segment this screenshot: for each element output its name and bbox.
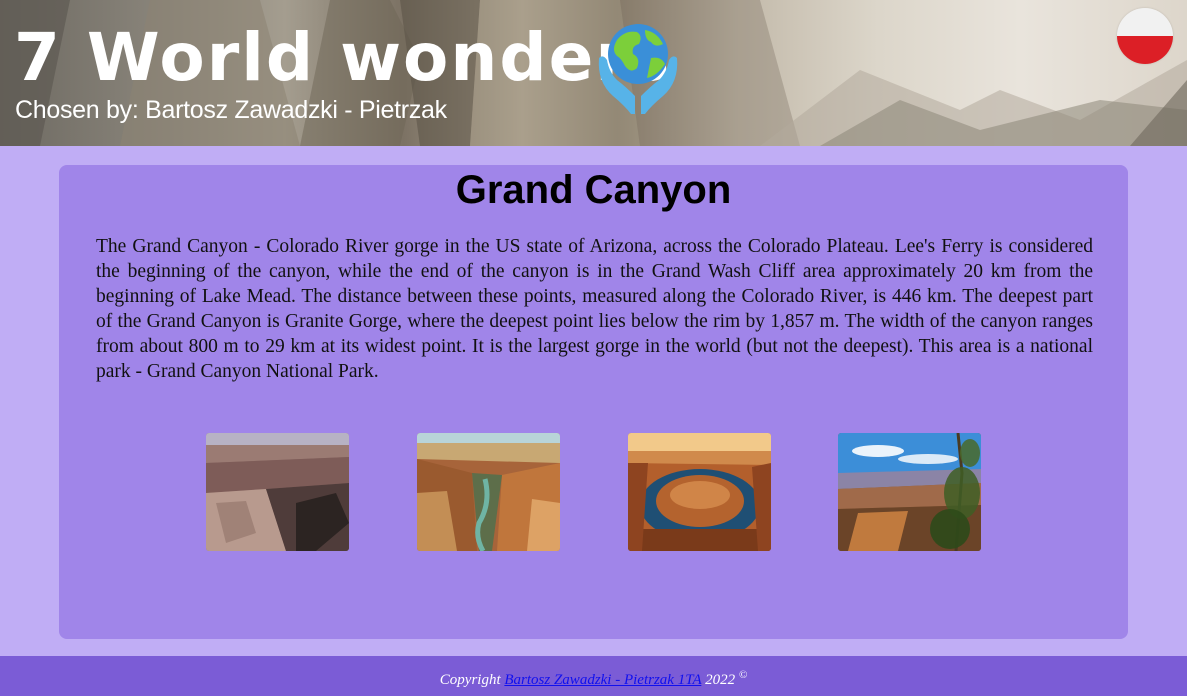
copyright-year: 2022: [705, 672, 736, 688]
globe-in-hands-icon: [598, 24, 678, 114]
gallery-photo-1[interactable]: [206, 433, 349, 551]
wonder-heading: Grand Canyon: [455, 168, 732, 212]
copyright-prefix: Copyright: [439, 672, 501, 688]
gallery-photo-4[interactable]: [838, 433, 981, 551]
copyright-symbol: ©: [738, 669, 748, 681]
author-subtitle: Chosen by: Bartosz Zawadzki - Pietrzak: [15, 96, 447, 124]
wonder-card: Grand Canyon The Grand Canyon - Colorado…: [59, 165, 1128, 639]
site-title: 7 World wonders: [14, 19, 672, 96]
gallery-photo-3[interactable]: [628, 433, 771, 551]
poland-flag-icon[interactable]: [1117, 8, 1173, 64]
header-banner: 7 World wonders Chosen by: Bartosz Zawad…: [0, 0, 1187, 146]
gallery-photo-2[interactable]: [417, 433, 560, 551]
wonder-description: The Grand Canyon - Colorado River gorge …: [96, 236, 1093, 382]
author-link[interactable]: Bartosz Zawadzki - Pietrzak 1TA: [504, 672, 701, 688]
footer: Copyright Bartosz Zawadzki - Pietrzak 1T…: [0, 656, 1187, 696]
photo-gallery: [206, 433, 986, 551]
copyright-text: Copyright Bartosz Zawadzki - Pietrzak 1T…: [0, 656, 1187, 689]
